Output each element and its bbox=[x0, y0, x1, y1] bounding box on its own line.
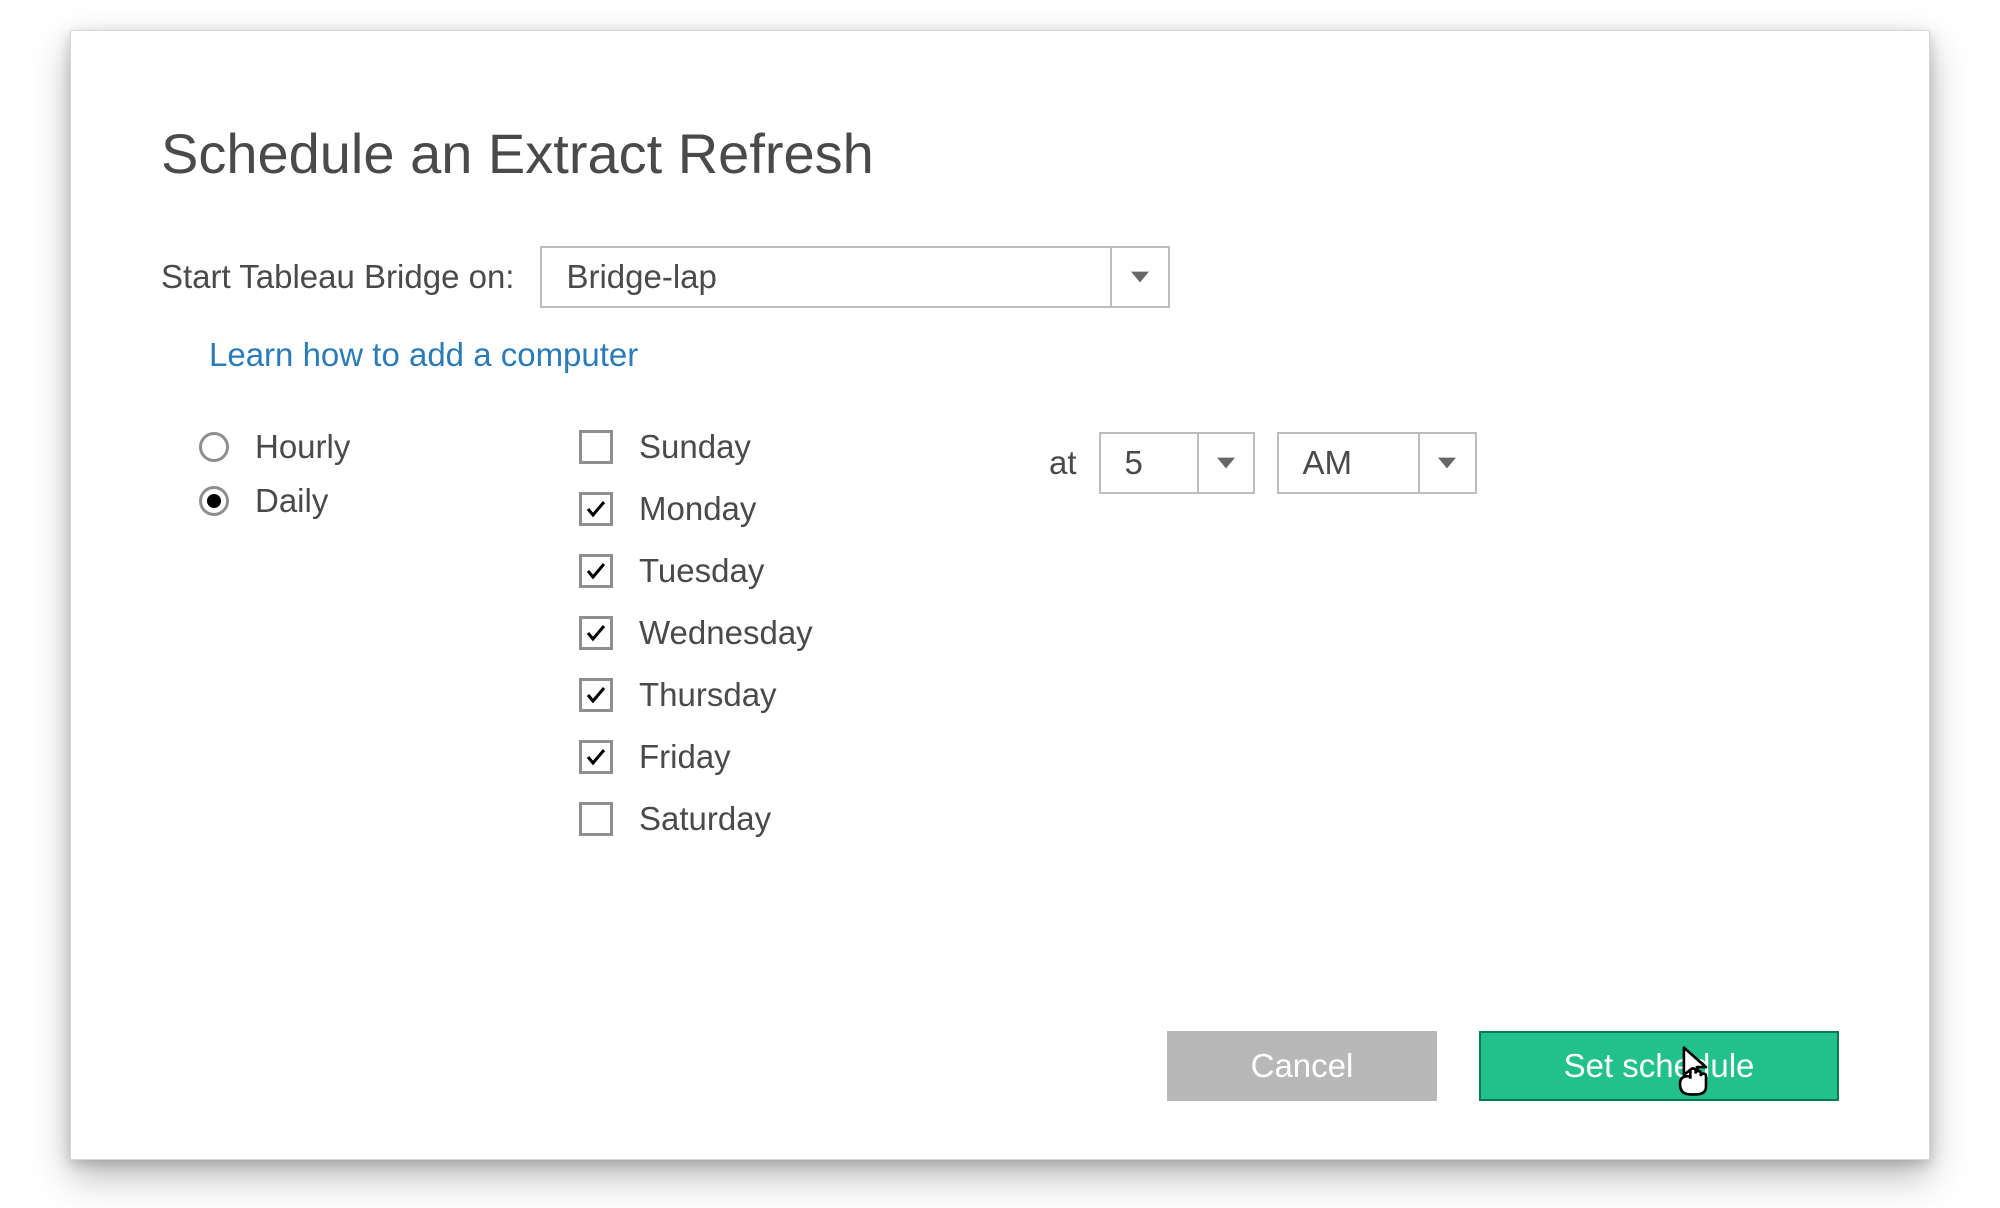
chevron-down-icon bbox=[1197, 434, 1253, 492]
days-column: Sunday Monday Tuesday Wednesday Thursday… bbox=[579, 428, 1009, 862]
dialog-title: Schedule an Extract Refresh bbox=[161, 121, 1839, 186]
learn-add-computer-link[interactable]: Learn how to add a computer bbox=[209, 336, 638, 374]
day-option-wednesday[interactable]: Wednesday bbox=[579, 614, 1009, 652]
bridge-dropdown-value: Bridge-lap bbox=[542, 248, 1110, 306]
day-option-saturday[interactable]: Saturday bbox=[579, 800, 1009, 838]
hour-value: 5 bbox=[1101, 434, 1197, 492]
day-option-sunday[interactable]: Sunday bbox=[579, 428, 1009, 466]
day-label: Tuesday bbox=[639, 552, 764, 590]
day-option-thursday[interactable]: Thursday bbox=[579, 676, 1009, 714]
bridge-selector-row: Start Tableau Bridge on: Bridge-lap bbox=[161, 246, 1839, 308]
radio-icon bbox=[199, 432, 229, 462]
frequency-label: Daily bbox=[255, 482, 328, 520]
ampm-value: AM bbox=[1279, 434, 1419, 492]
day-label: Thursday bbox=[639, 676, 777, 714]
schedule-extract-refresh-dialog: Schedule an Extract Refresh Start Tablea… bbox=[70, 30, 1930, 1160]
dialog-footer: Cancel Set schedule bbox=[1167, 1031, 1839, 1101]
cancel-button[interactable]: Cancel bbox=[1167, 1031, 1437, 1101]
schedule-body: Hourly Daily Sunday Monday Tuesday bbox=[161, 428, 1839, 862]
day-label: Wednesday bbox=[639, 614, 813, 652]
day-label: Sunday bbox=[639, 428, 751, 466]
day-label: Monday bbox=[639, 490, 756, 528]
checkbox-icon bbox=[579, 616, 613, 650]
checkbox-icon bbox=[579, 554, 613, 588]
day-label: Saturday bbox=[639, 800, 771, 838]
checkbox-icon bbox=[579, 678, 613, 712]
start-bridge-label: Start Tableau Bridge on: bbox=[161, 258, 514, 296]
checkbox-icon bbox=[579, 492, 613, 526]
frequency-label: Hourly bbox=[255, 428, 350, 466]
frequency-option-daily[interactable]: Daily bbox=[199, 482, 579, 520]
frequency-column: Hourly Daily bbox=[199, 428, 579, 536]
time-column: at 5 AM bbox=[1049, 428, 1477, 494]
frequency-option-hourly[interactable]: Hourly bbox=[199, 428, 579, 466]
ampm-dropdown[interactable]: AM bbox=[1277, 432, 1477, 494]
bridge-dropdown[interactable]: Bridge-lap bbox=[540, 246, 1170, 308]
day-option-friday[interactable]: Friday bbox=[579, 738, 1009, 776]
checkbox-icon bbox=[579, 802, 613, 836]
day-label: Friday bbox=[639, 738, 731, 776]
checkbox-icon bbox=[579, 430, 613, 464]
at-label: at bbox=[1049, 444, 1077, 482]
radio-icon bbox=[199, 486, 229, 516]
chevron-down-icon bbox=[1110, 248, 1168, 306]
set-schedule-button[interactable]: Set schedule bbox=[1479, 1031, 1839, 1101]
hour-dropdown[interactable]: 5 bbox=[1099, 432, 1255, 494]
chevron-down-icon bbox=[1418, 434, 1475, 492]
checkbox-icon bbox=[579, 740, 613, 774]
day-option-monday[interactable]: Monday bbox=[579, 490, 1009, 528]
day-option-tuesday[interactable]: Tuesday bbox=[579, 552, 1009, 590]
